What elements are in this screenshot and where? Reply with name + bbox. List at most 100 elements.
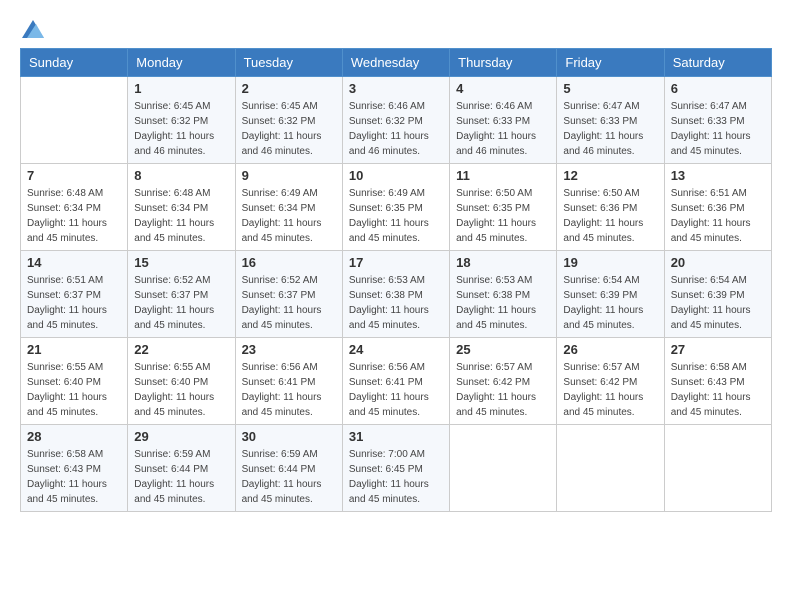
day-detail: Sunrise: 6:51 AMSunset: 6:37 PMDaylight:…: [27, 273, 121, 333]
day-detail: Sunrise: 6:50 AMSunset: 6:35 PMDaylight:…: [456, 186, 550, 246]
day-number: 18: [456, 255, 550, 270]
day-detail: Sunrise: 6:50 AMSunset: 6:36 PMDaylight:…: [563, 186, 657, 246]
day-detail: Sunrise: 6:52 AMSunset: 6:37 PMDaylight:…: [242, 273, 336, 333]
week-row-2: 7 Sunrise: 6:48 AMSunset: 6:34 PMDaylight…: [21, 164, 772, 251]
day-detail: Sunrise: 7:00 AMSunset: 6:45 PMDaylight:…: [349, 447, 443, 507]
day-detail: Sunrise: 6:46 AMSunset: 6:32 PMDaylight:…: [349, 99, 443, 159]
day-detail: Sunrise: 6:56 AMSunset: 6:41 PMDaylight:…: [349, 360, 443, 420]
weekday-header-sunday: Sunday: [21, 49, 128, 77]
day-number: 31: [349, 429, 443, 444]
day-number: 1: [134, 81, 228, 96]
calendar-cell: 12Sunrise: 6:50 AMSunset: 6:36 PMDayligh…: [557, 164, 664, 251]
weekday-header-monday: Monday: [128, 49, 235, 77]
day-number: 21: [27, 342, 121, 357]
day-number: 29: [134, 429, 228, 444]
day-detail: Sunrise: 6:59 AMSunset: 6:44 PMDaylight:…: [134, 447, 228, 507]
calendar-table: SundayMondayTuesdayWednesdayThursdayFrid…: [20, 48, 772, 512]
day-number: 25: [456, 342, 550, 357]
day-number: 14: [27, 255, 121, 270]
calendar-cell: 16 Sunrise: 6:52 AMSunset: 6:37 PMDayligh…: [235, 251, 342, 338]
calendar-cell: 25 Sunrise: 6:57 AMSunset: 6:42 PMDayligh…: [450, 338, 557, 425]
week-row-4: 21 Sunrise: 6:55 AMSunset: 6:40 PMDayligh…: [21, 338, 772, 425]
calendar-cell: 2 Sunrise: 6:45 AMSunset: 6:32 PMDaylight…: [235, 77, 342, 164]
day-detail: Sunrise: 6:55 AMSunset: 6:40 PMDaylight:…: [27, 360, 121, 420]
day-number: 15: [134, 255, 228, 270]
day-detail: Sunrise: 6:55 AMSunset: 6:40 PMDaylight:…: [134, 360, 228, 420]
day-number: 23: [242, 342, 336, 357]
calendar-cell: 1 Sunrise: 6:45 AMSunset: 6:32 PMDaylight…: [128, 77, 235, 164]
calendar-cell: 20 Sunrise: 6:54 AMSunset: 6:39 PMDayligh…: [664, 251, 771, 338]
day-number: 7: [27, 168, 121, 183]
day-number: 8: [134, 168, 228, 183]
day-number: 20: [671, 255, 765, 270]
calendar-cell: [664, 425, 771, 512]
calendar-cell: 23 Sunrise: 6:56 AMSunset: 6:41 PMDayligh…: [235, 338, 342, 425]
day-detail: Sunrise: 6:53 AMSunset: 6:38 PMDaylight:…: [349, 273, 443, 333]
calendar-cell: [450, 425, 557, 512]
day-number: 13: [671, 168, 765, 183]
day-detail: Sunrise: 6:57 AMSunset: 6:42 PMDaylight:…: [563, 360, 657, 420]
calendar-cell: 8 Sunrise: 6:48 AMSunset: 6:34 PMDaylight…: [128, 164, 235, 251]
day-number: 16: [242, 255, 336, 270]
day-number: 3: [349, 81, 443, 96]
week-row-3: 14 Sunrise: 6:51 AMSunset: 6:37 PMDayligh…: [21, 251, 772, 338]
day-number: 26: [563, 342, 657, 357]
day-detail: Sunrise: 6:48 AMSunset: 6:34 PMDaylight:…: [27, 186, 121, 246]
day-detail: Sunrise: 6:47 AMSunset: 6:33 PMDaylight:…: [563, 99, 657, 159]
day-number: 4: [456, 81, 550, 96]
calendar-cell: 28 Sunrise: 6:58 AMSunset: 6:43 PMDayligh…: [21, 425, 128, 512]
day-detail: Sunrise: 6:49 AMSunset: 6:34 PMDaylight:…: [242, 186, 336, 246]
day-detail: Sunrise: 6:48 AMSunset: 6:34 PMDaylight:…: [134, 186, 228, 246]
calendar-cell: 19Sunrise: 6:54 AMSunset: 6:39 PMDayligh…: [557, 251, 664, 338]
day-detail: Sunrise: 6:58 AMSunset: 6:43 PMDaylight:…: [671, 360, 765, 420]
day-number: 6: [671, 81, 765, 96]
day-number: 19: [563, 255, 657, 270]
calendar-cell: 5 Sunrise: 6:47 AMSunset: 6:33 PMDaylight…: [557, 77, 664, 164]
day-number: 28: [27, 429, 121, 444]
day-number: 5: [563, 81, 657, 96]
weekday-header-row: SundayMondayTuesdayWednesdayThursdayFrid…: [21, 49, 772, 77]
day-number: 10: [349, 168, 443, 183]
calendar-cell: 24 Sunrise: 6:56 AMSunset: 6:41 PMDayligh…: [342, 338, 449, 425]
day-number: 9: [242, 168, 336, 183]
day-detail: Sunrise: 6:49 AMSunset: 6:35 PMDaylight:…: [349, 186, 443, 246]
weekday-header-thursday: Thursday: [450, 49, 557, 77]
weekday-header-friday: Friday: [557, 49, 664, 77]
calendar-cell: 10 Sunrise: 6:49 AMSunset: 6:35 PMDayligh…: [342, 164, 449, 251]
day-detail: Sunrise: 6:52 AMSunset: 6:37 PMDaylight:…: [134, 273, 228, 333]
calendar-cell: 22Sunrise: 6:55 AMSunset: 6:40 PMDayligh…: [128, 338, 235, 425]
week-row-5: 28 Sunrise: 6:58 AMSunset: 6:43 PMDayligh…: [21, 425, 772, 512]
day-detail: Sunrise: 6:59 AMSunset: 6:44 PMDaylight:…: [242, 447, 336, 507]
calendar-cell: [557, 425, 664, 512]
logo-icon: [22, 20, 44, 38]
calendar-cell: 17 Sunrise: 6:53 AMSunset: 6:38 PMDayligh…: [342, 251, 449, 338]
day-detail: Sunrise: 6:46 AMSunset: 6:33 PMDaylight:…: [456, 99, 550, 159]
day-detail: Sunrise: 6:45 AMSunset: 6:32 PMDaylight:…: [242, 99, 336, 159]
day-number: 24: [349, 342, 443, 357]
day-detail: Sunrise: 6:53 AMSunset: 6:38 PMDaylight:…: [456, 273, 550, 333]
day-detail: Sunrise: 6:58 AMSunset: 6:43 PMDaylight:…: [27, 447, 121, 507]
calendar-cell: 15 Sunrise: 6:52 AMSunset: 6:37 PMDayligh…: [128, 251, 235, 338]
calendar-cell: 3 Sunrise: 6:46 AMSunset: 6:32 PMDaylight…: [342, 77, 449, 164]
weekday-header-saturday: Saturday: [664, 49, 771, 77]
weekday-header-tuesday: Tuesday: [235, 49, 342, 77]
calendar-cell: 29 Sunrise: 6:59 AMSunset: 6:44 PMDayligh…: [128, 425, 235, 512]
day-number: 17: [349, 255, 443, 270]
day-detail: Sunrise: 6:45 AMSunset: 6:32 PMDaylight:…: [134, 99, 228, 159]
calendar-cell: 7 Sunrise: 6:48 AMSunset: 6:34 PMDaylight…: [21, 164, 128, 251]
calendar-cell: 13 Sunrise: 6:51 AMSunset: 6:36 PMDayligh…: [664, 164, 771, 251]
day-detail: Sunrise: 6:51 AMSunset: 6:36 PMDaylight:…: [671, 186, 765, 246]
day-number: 2: [242, 81, 336, 96]
calendar-cell: 27 Sunrise: 6:58 AMSunset: 6:43 PMDayligh…: [664, 338, 771, 425]
calendar-cell: 4 Sunrise: 6:46 AMSunset: 6:33 PMDaylight…: [450, 77, 557, 164]
calendar-cell: 21 Sunrise: 6:55 AMSunset: 6:40 PMDayligh…: [21, 338, 128, 425]
calendar-cell: 18 Sunrise: 6:53 AMSunset: 6:38 PMDayligh…: [450, 251, 557, 338]
day-detail: Sunrise: 6:56 AMSunset: 6:41 PMDaylight:…: [242, 360, 336, 420]
day-detail: Sunrise: 6:57 AMSunset: 6:42 PMDaylight:…: [456, 360, 550, 420]
day-detail: Sunrise: 6:47 AMSunset: 6:33 PMDaylight:…: [671, 99, 765, 159]
calendar-cell: 30Sunrise: 6:59 AMSunset: 6:44 PMDayligh…: [235, 425, 342, 512]
weekday-header-wednesday: Wednesday: [342, 49, 449, 77]
calendar-cell: 6 Sunrise: 6:47 AMSunset: 6:33 PMDaylight…: [664, 77, 771, 164]
day-number: 27: [671, 342, 765, 357]
day-detail: Sunrise: 6:54 AMSunset: 6:39 PMDaylight:…: [671, 273, 765, 333]
